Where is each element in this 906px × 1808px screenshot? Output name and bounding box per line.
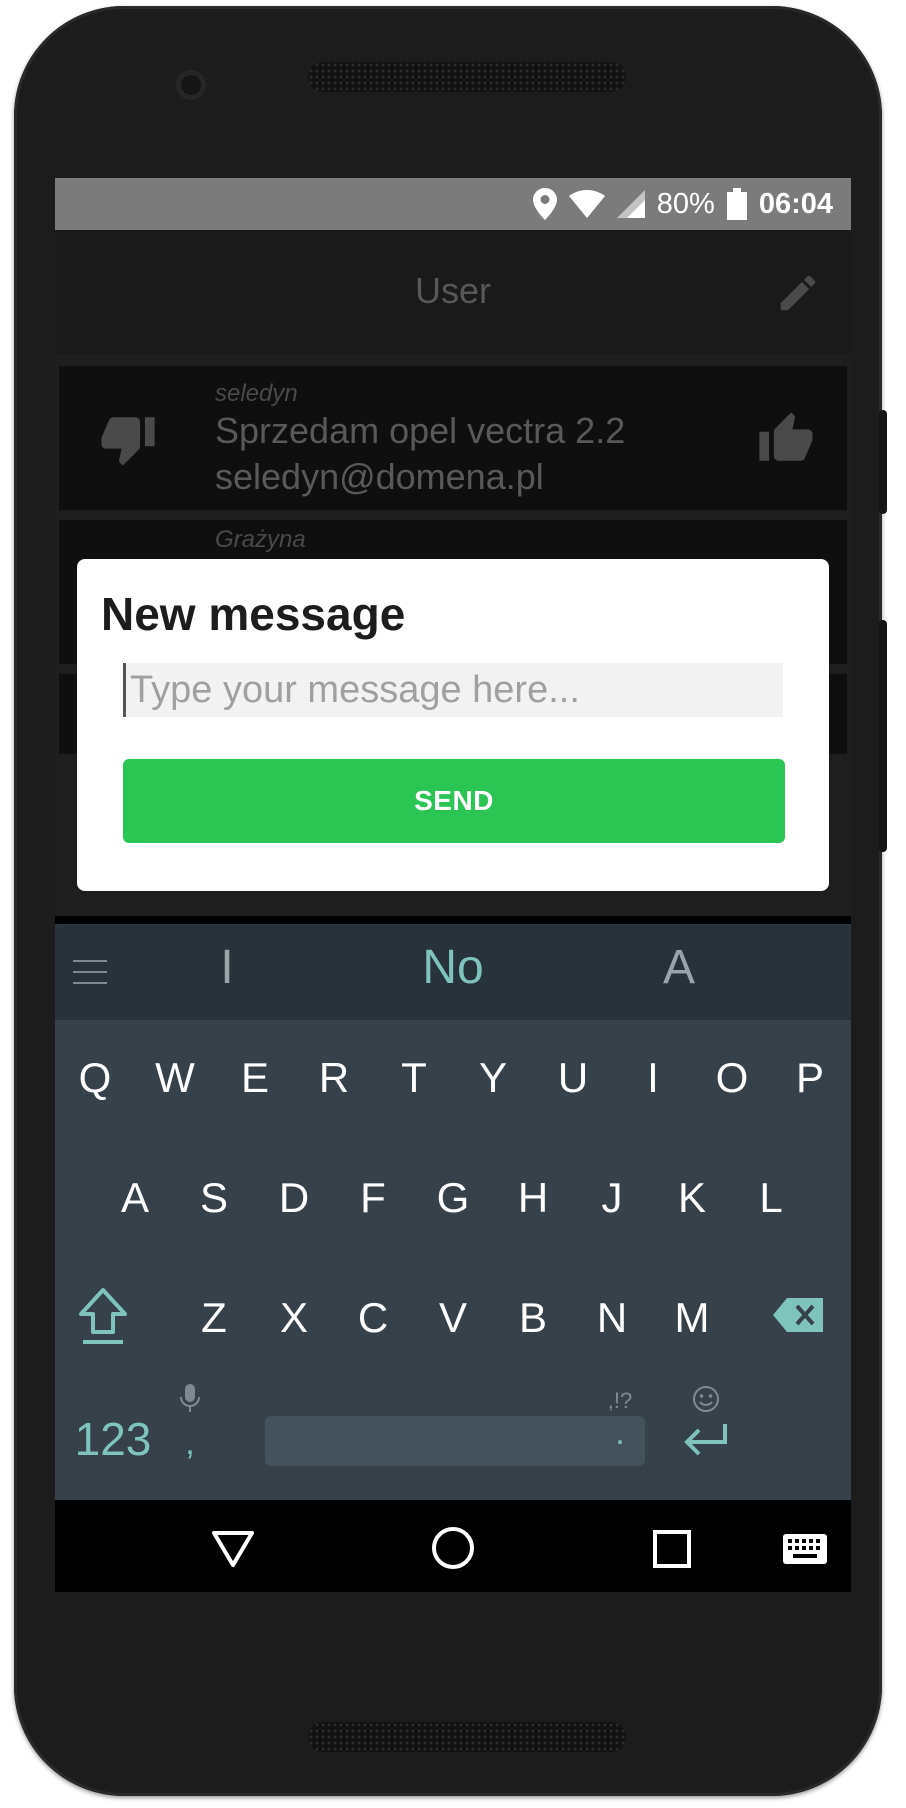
key-z[interactable]: Z — [179, 1294, 249, 1342]
cell-signal-icon — [616, 190, 645, 218]
status-bar: 80% 06:04 — [55, 178, 851, 230]
suggestion-1[interactable]: I — [167, 940, 287, 995]
key-r[interactable]: R — [299, 1054, 369, 1102]
key-d[interactable]: D — [259, 1174, 329, 1222]
new-message-dialog: New message SEND — [77, 559, 829, 891]
key-m[interactable]: M — [657, 1294, 727, 1342]
recents-icon[interactable] — [653, 1530, 691, 1568]
key-t[interactable]: T — [379, 1054, 449, 1102]
suggestion-2[interactable]: No — [393, 940, 513, 995]
key-s[interactable]: S — [179, 1174, 249, 1222]
keyboard-icon[interactable] — [783, 1534, 827, 1564]
message-text-line-1: Sprzedam opel vectra 2.2 — [215, 410, 626, 451]
screen: 80% 06:04 User seledyn Sprzedam opel vec… — [55, 178, 851, 1592]
message-author: seledyn — [215, 380, 298, 407]
app-bar: User — [55, 230, 851, 354]
navigation-bar — [55, 1500, 851, 1592]
key-q[interactable]: Q — [60, 1054, 130, 1102]
key-e[interactable]: E — [220, 1054, 290, 1102]
suggestion-3[interactable]: A — [619, 940, 739, 995]
message-card: seledyn Sprzedam opel vectra 2.2 seledyn… — [59, 366, 847, 510]
key-c[interactable]: C — [338, 1294, 408, 1342]
key-n[interactable]: N — [577, 1294, 647, 1342]
message-text-line-2: seledyn@domena.pl — [215, 456, 544, 497]
key-period[interactable]: . — [585, 1414, 655, 1453]
key-x[interactable]: X — [259, 1294, 329, 1342]
key-o[interactable]: O — [697, 1054, 767, 1102]
soft-keyboard: I No A Q W E R T Y U I O P A S D F G H J… — [55, 924, 851, 1500]
home-icon[interactable] — [431, 1526, 475, 1570]
wifi-icon — [568, 190, 605, 218]
power-button — [879, 410, 887, 514]
key-l[interactable]: L — [736, 1174, 806, 1222]
key-b[interactable]: B — [498, 1294, 568, 1342]
key-i[interactable]: I — [618, 1054, 688, 1102]
key-p[interactable]: P — [775, 1054, 845, 1102]
key-a[interactable]: A — [100, 1174, 170, 1222]
key-g[interactable]: G — [418, 1174, 488, 1222]
back-icon[interactable] — [211, 1530, 255, 1568]
key-u[interactable]: U — [538, 1054, 608, 1102]
thumbs-down-icon[interactable] — [99, 410, 157, 468]
punctuation-hint: ,!? — [607, 1388, 633, 1413]
page-title: User — [414, 270, 491, 311]
shift-icon[interactable] — [75, 1286, 131, 1348]
top-speaker — [308, 62, 626, 92]
key-w[interactable]: W — [140, 1054, 210, 1102]
battery-icon — [726, 188, 747, 220]
key-h[interactable]: H — [498, 1174, 568, 1222]
suggestion-strip: I No A — [55, 924, 851, 1020]
edit-icon[interactable] — [775, 270, 821, 316]
bottom-speaker — [308, 1722, 626, 1752]
backspace-icon[interactable] — [773, 1298, 823, 1332]
emoji-icon[interactable] — [691, 1384, 721, 1414]
volume-button — [879, 620, 887, 852]
clock: 06:04 — [758, 187, 833, 220]
dialog-title: New message — [101, 588, 406, 640]
location-icon — [532, 188, 557, 220]
menu-icon[interactable] — [73, 958, 107, 986]
key-j[interactable]: J — [577, 1174, 647, 1222]
key-symbols[interactable]: 123 — [61, 1412, 165, 1466]
enter-icon[interactable] — [681, 1422, 731, 1458]
message-author: Grażyna — [215, 526, 306, 553]
front-camera — [176, 70, 206, 100]
key-y[interactable]: Y — [458, 1054, 528, 1102]
key-comma[interactable]: , — [155, 1424, 225, 1463]
message-input[interactable] — [123, 663, 783, 717]
thumbs-up-icon[interactable] — [757, 410, 815, 468]
send-button[interactable]: SEND — [123, 759, 785, 843]
battery-percent: 80% — [656, 187, 715, 220]
key-f[interactable]: F — [338, 1174, 408, 1222]
key-k[interactable]: K — [657, 1174, 727, 1222]
microphone-icon[interactable] — [179, 1384, 201, 1414]
key-v[interactable]: V — [418, 1294, 488, 1342]
